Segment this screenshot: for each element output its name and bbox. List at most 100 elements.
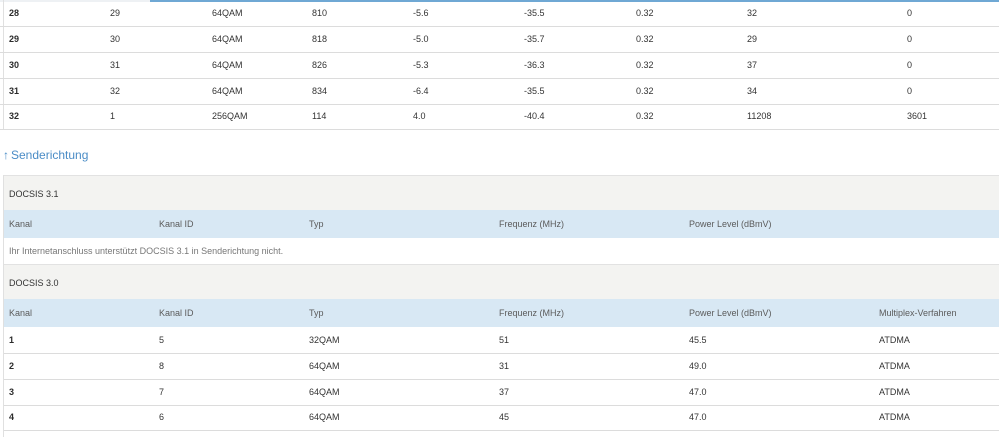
channel-cell: 3 [9, 387, 15, 397]
table-row: 2 8 64QAM 31 49.0 ATDMA [4, 353, 999, 380]
correctable-errors-cell: 11208 [747, 111, 772, 121]
docsis30-section-header: DOCSIS 3.0 [4, 264, 999, 300]
power-level-cell: -6.4 [413, 86, 429, 96]
latency-cell: 0.32 [636, 34, 654, 44]
header-kanal-id: Kanal ID [159, 308, 194, 318]
modulation-cell: 64QAM [212, 8, 243, 18]
multiplex-cell: ATDMA [879, 335, 910, 345]
header-multiplex: Multiplex-Verfahren [879, 308, 957, 318]
table-row: 4 6 64QAM 45 47.0 ATDMA [4, 405, 999, 431]
table-row: 28 29 64QAM 810 -5.6 -35.5 0.32 32 0 [0, 0, 999, 27]
channel-cell: 32 [9, 111, 20, 121]
channel-cell: 4 [9, 412, 15, 422]
table-row: 31 32 64QAM 834 -6.4 -35.5 0.32 34 0 [0, 78, 999, 105]
uncorrectable-errors-cell: 0 [907, 60, 913, 70]
correctable-errors-cell: 37 [747, 60, 758, 70]
header-frequenz: Frequenz (MHz) [499, 308, 565, 318]
correctable-errors-cell: 34 [747, 86, 758, 96]
mse-cell: -35.7 [524, 34, 545, 44]
header-frequenz: Frequenz (MHz) [499, 219, 565, 229]
section-title: DOCSIS 3.1 [9, 189, 59, 199]
channel-id-cell: 7 [159, 387, 165, 397]
section-title: DOCSIS 3.0 [9, 278, 59, 288]
power-level-cell: 49.0 [689, 361, 707, 371]
modulation-cell: 64QAM [212, 86, 243, 96]
channel-id-cell: 32 [110, 86, 121, 96]
channel-id-cell: 5 [159, 335, 165, 345]
frequency-cell: 114 [312, 111, 327, 121]
header-kanal-id: Kanal ID [159, 219, 194, 229]
power-level-cell: -5.3 [413, 60, 429, 70]
message-text: Ihr Internetanschluss unterstützt DOCSIS… [9, 246, 284, 256]
channel-id-cell: 1 [110, 111, 116, 121]
header-power-level: Power Level (dBmV) [689, 219, 772, 229]
channel-id-cell: 6 [159, 412, 165, 422]
modulation-cell: 64QAM [309, 412, 340, 422]
table-row: 1 5 32QAM 51 45.5 ATDMA [4, 327, 999, 354]
frequency-cell: 834 [312, 86, 328, 96]
uncorrectable-errors-cell: 0 [907, 86, 913, 96]
multiplex-cell: ATDMA [879, 412, 910, 422]
latency-cell: 0.32 [636, 111, 654, 121]
mse-cell: -36.3 [524, 60, 545, 70]
power-level-cell: 45.5 [689, 335, 707, 345]
table-row: 30 31 64QAM 826 -5.3 -36.3 0.32 37 0 [0, 52, 999, 79]
power-level-cell: -5.0 [413, 34, 429, 44]
header-typ: Typ [309, 308, 324, 318]
table-row: 29 30 64QAM 818 -5.0 -35.7 0.32 29 0 [0, 26, 999, 53]
frequency-cell: 818 [312, 34, 328, 44]
latency-cell: 0.32 [636, 60, 654, 70]
mse-cell: -35.5 [524, 86, 545, 96]
modulation-cell: 64QAM [309, 361, 340, 371]
modulation-cell: 64QAM [212, 34, 243, 44]
modulation-cell: 32QAM [309, 335, 340, 345]
latency-cell: 0.32 [636, 8, 654, 18]
channel-id-cell: 31 [110, 60, 121, 70]
channel-cell: 28 [9, 8, 20, 18]
frequency-cell: 810 [312, 8, 328, 18]
uncorrectable-errors-cell: 0 [907, 34, 913, 44]
power-level-cell: 4.0 [413, 111, 426, 121]
frequency-cell: 51 [499, 335, 510, 345]
correctable-errors-cell: 32 [747, 8, 758, 18]
latency-cell: 0.32 [636, 86, 654, 96]
frequency-cell: 826 [312, 60, 328, 70]
correctable-errors-cell: 29 [747, 34, 758, 44]
header-kanal: Kanal [9, 308, 33, 318]
channel-cell: 31 [9, 86, 20, 96]
docsis30-column-headers: Kanal Kanal ID Typ Frequenz (MHz) Power … [4, 299, 999, 327]
modulation-cell: 64QAM [309, 387, 340, 397]
channel-cell: 2 [9, 361, 15, 371]
channel-id-cell: 8 [159, 361, 165, 371]
header-kanal: Kanal [9, 219, 33, 229]
table-row: 3 7 64QAM 37 47.0 ATDMA [4, 379, 999, 406]
multiplex-cell: ATDMA [879, 361, 910, 371]
mse-cell: -35.5 [524, 8, 545, 18]
frequency-cell: 37 [499, 387, 510, 397]
channel-cell: 29 [9, 34, 20, 44]
channel-id-cell: 30 [110, 34, 121, 44]
uncorrectable-errors-cell: 3601 [907, 111, 928, 121]
frequency-cell: 31 [499, 361, 510, 371]
channel-id-cell: 29 [110, 8, 121, 18]
senderichtung-anchor-link[interactable]: ↑ Senderichtung [3, 149, 88, 161]
power-level-cell: -5.6 [413, 8, 429, 18]
table-row: 32 1 256QAM 114 4.0 -40.4 0.32 11208 360… [0, 104, 999, 130]
docsis31-section-header: DOCSIS 3.1 [4, 175, 999, 211]
docsis31-column-headers: Kanal Kanal ID Typ Frequenz (MHz) Power … [4, 210, 999, 238]
header-power-level: Power Level (dBmV) [689, 308, 772, 318]
anchor-label: Senderichtung [11, 148, 89, 162]
power-level-cell: 47.0 [689, 387, 707, 397]
modulation-cell: 64QAM [212, 60, 243, 70]
multiplex-cell: ATDMA [879, 387, 910, 397]
docsis31-not-supported-message: Ihr Internetanschluss unterstützt DOCSIS… [4, 238, 999, 265]
arrow-up-icon: ↑ [3, 148, 9, 162]
modulation-cell: 256QAM [212, 111, 248, 121]
uncorrectable-errors-cell: 0 [907, 8, 913, 18]
power-level-cell: 47.0 [689, 412, 707, 422]
channel-cell: 1 [9, 335, 15, 345]
frequency-cell: 45 [499, 412, 510, 422]
channel-cell: 30 [9, 60, 20, 70]
header-typ: Typ [309, 219, 324, 229]
mse-cell: -40.4 [524, 111, 545, 121]
